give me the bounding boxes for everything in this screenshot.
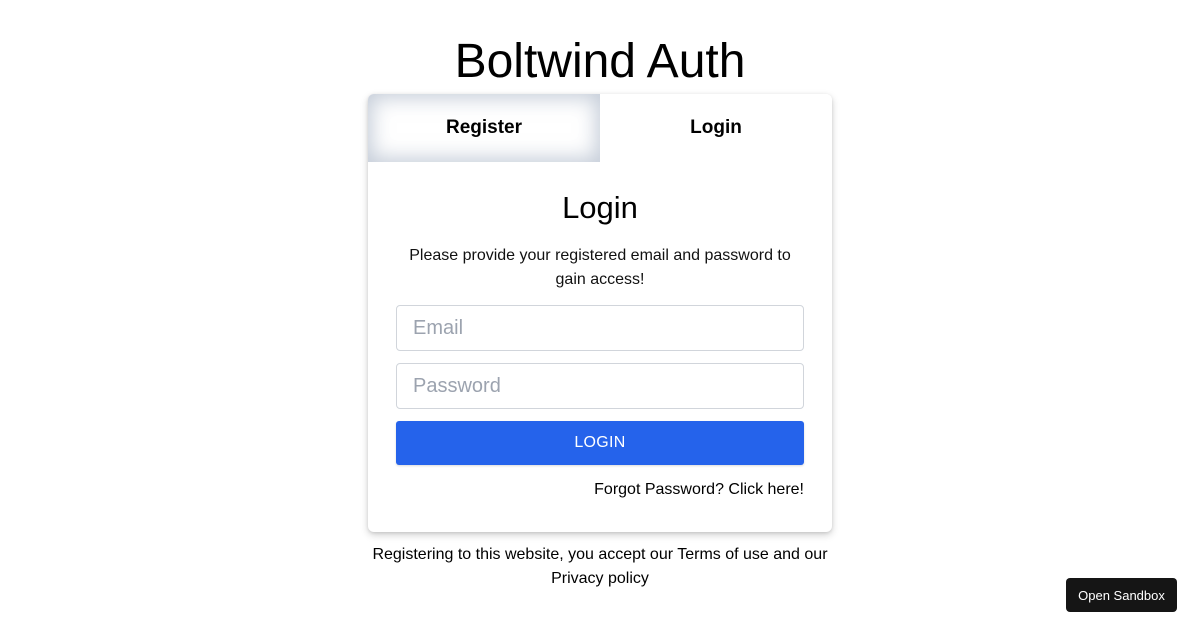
form-description: Please provide your registered email and…: [409, 247, 791, 288]
login-button[interactable]: LOGIN: [396, 421, 804, 465]
footer-middle: and our: [768, 546, 828, 563]
tab-login[interactable]: Login: [600, 94, 832, 162]
privacy-link[interactable]: Privacy policy: [551, 570, 649, 587]
app-title: Boltwind Auth: [454, 35, 746, 88]
password-field[interactable]: [396, 363, 804, 409]
auth-tabs: Register Login: [368, 94, 832, 162]
forgot-password-link[interactable]: Forgot Password? Click here!: [396, 479, 804, 501]
footer-prefix: Registering to this website, you accept …: [372, 546, 678, 563]
page: Boltwind Auth Register Login Login Pleas…: [0, 0, 1200, 630]
open-sandbox-button[interactable]: Open Sandbox: [1066, 578, 1177, 612]
email-field[interactable]: [396, 305, 804, 351]
terms-link[interactable]: Terms of use: [677, 546, 769, 563]
login-form: Login Please provide your registered ema…: [368, 162, 832, 501]
form-heading: Login: [562, 190, 638, 225]
footer-note: Registering to this website, you accept …: [368, 543, 832, 591]
tab-register[interactable]: Register: [368, 94, 600, 162]
auth-card: Register Login Login Please provide your…: [368, 94, 832, 532]
